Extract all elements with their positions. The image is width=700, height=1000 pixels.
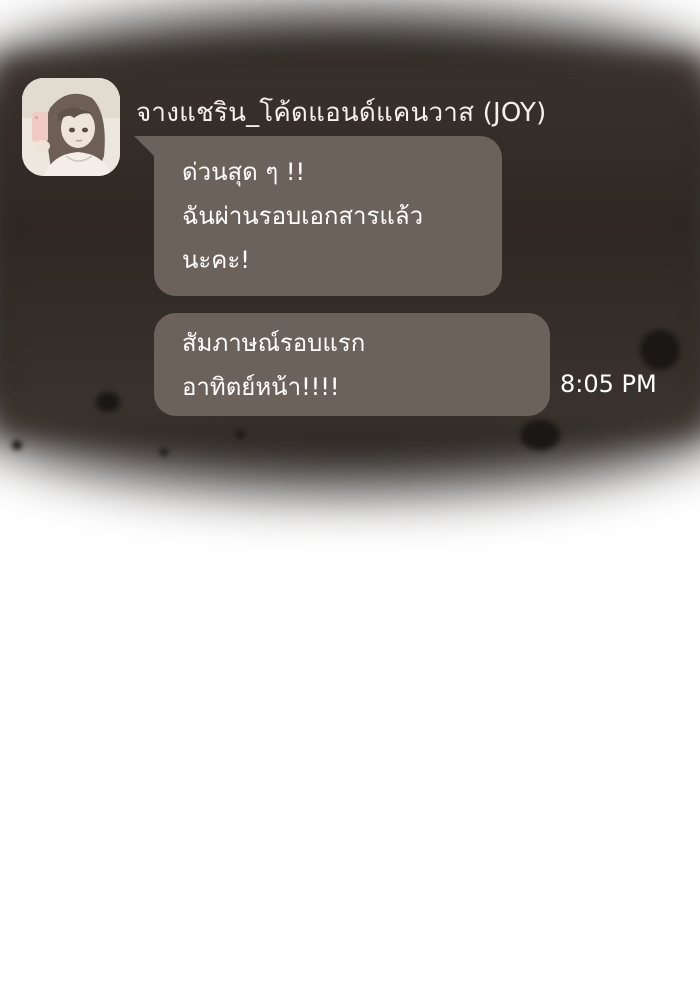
background-speck [160,448,168,456]
background-speck [96,392,120,412]
message-timestamp: 8:05 PM [560,370,657,398]
message-line: ฉันผ่านรอบเอกสารแล้ว [182,202,424,230]
background-speck [12,440,22,450]
background-speck [640,330,680,370]
sender-name: จางแชริน_โค้ดแอนด์แคนวาส (JOY) [136,98,547,128]
message-bubble[interactable]: ด่วนสุด ๆ !! ฉันผ่านรอบเอกสารแล้ว นะคะ! [154,136,502,296]
message-line: สัมภาษณ์รอบแรก [182,329,366,357]
bubble-tail [134,136,156,158]
sender-avatar[interactable] [22,78,120,176]
message-bubble[interactable]: สัมภาษณ์รอบแรก อาทิตย์หน้า!!!! [154,313,550,416]
message-line: ด่วนสุด ๆ !! [182,158,306,186]
background-speck [236,430,245,439]
avatar-photo-icon [22,78,120,176]
message-line: นะคะ! [182,246,250,274]
background-speck [520,420,560,450]
chat-screen: จางแชริน_โค้ดแอนด์แคนวาส (JOY) ด่วนสุด ๆ… [0,0,700,1000]
message-line: อาทิตย์หน้า!!!! [182,373,340,401]
